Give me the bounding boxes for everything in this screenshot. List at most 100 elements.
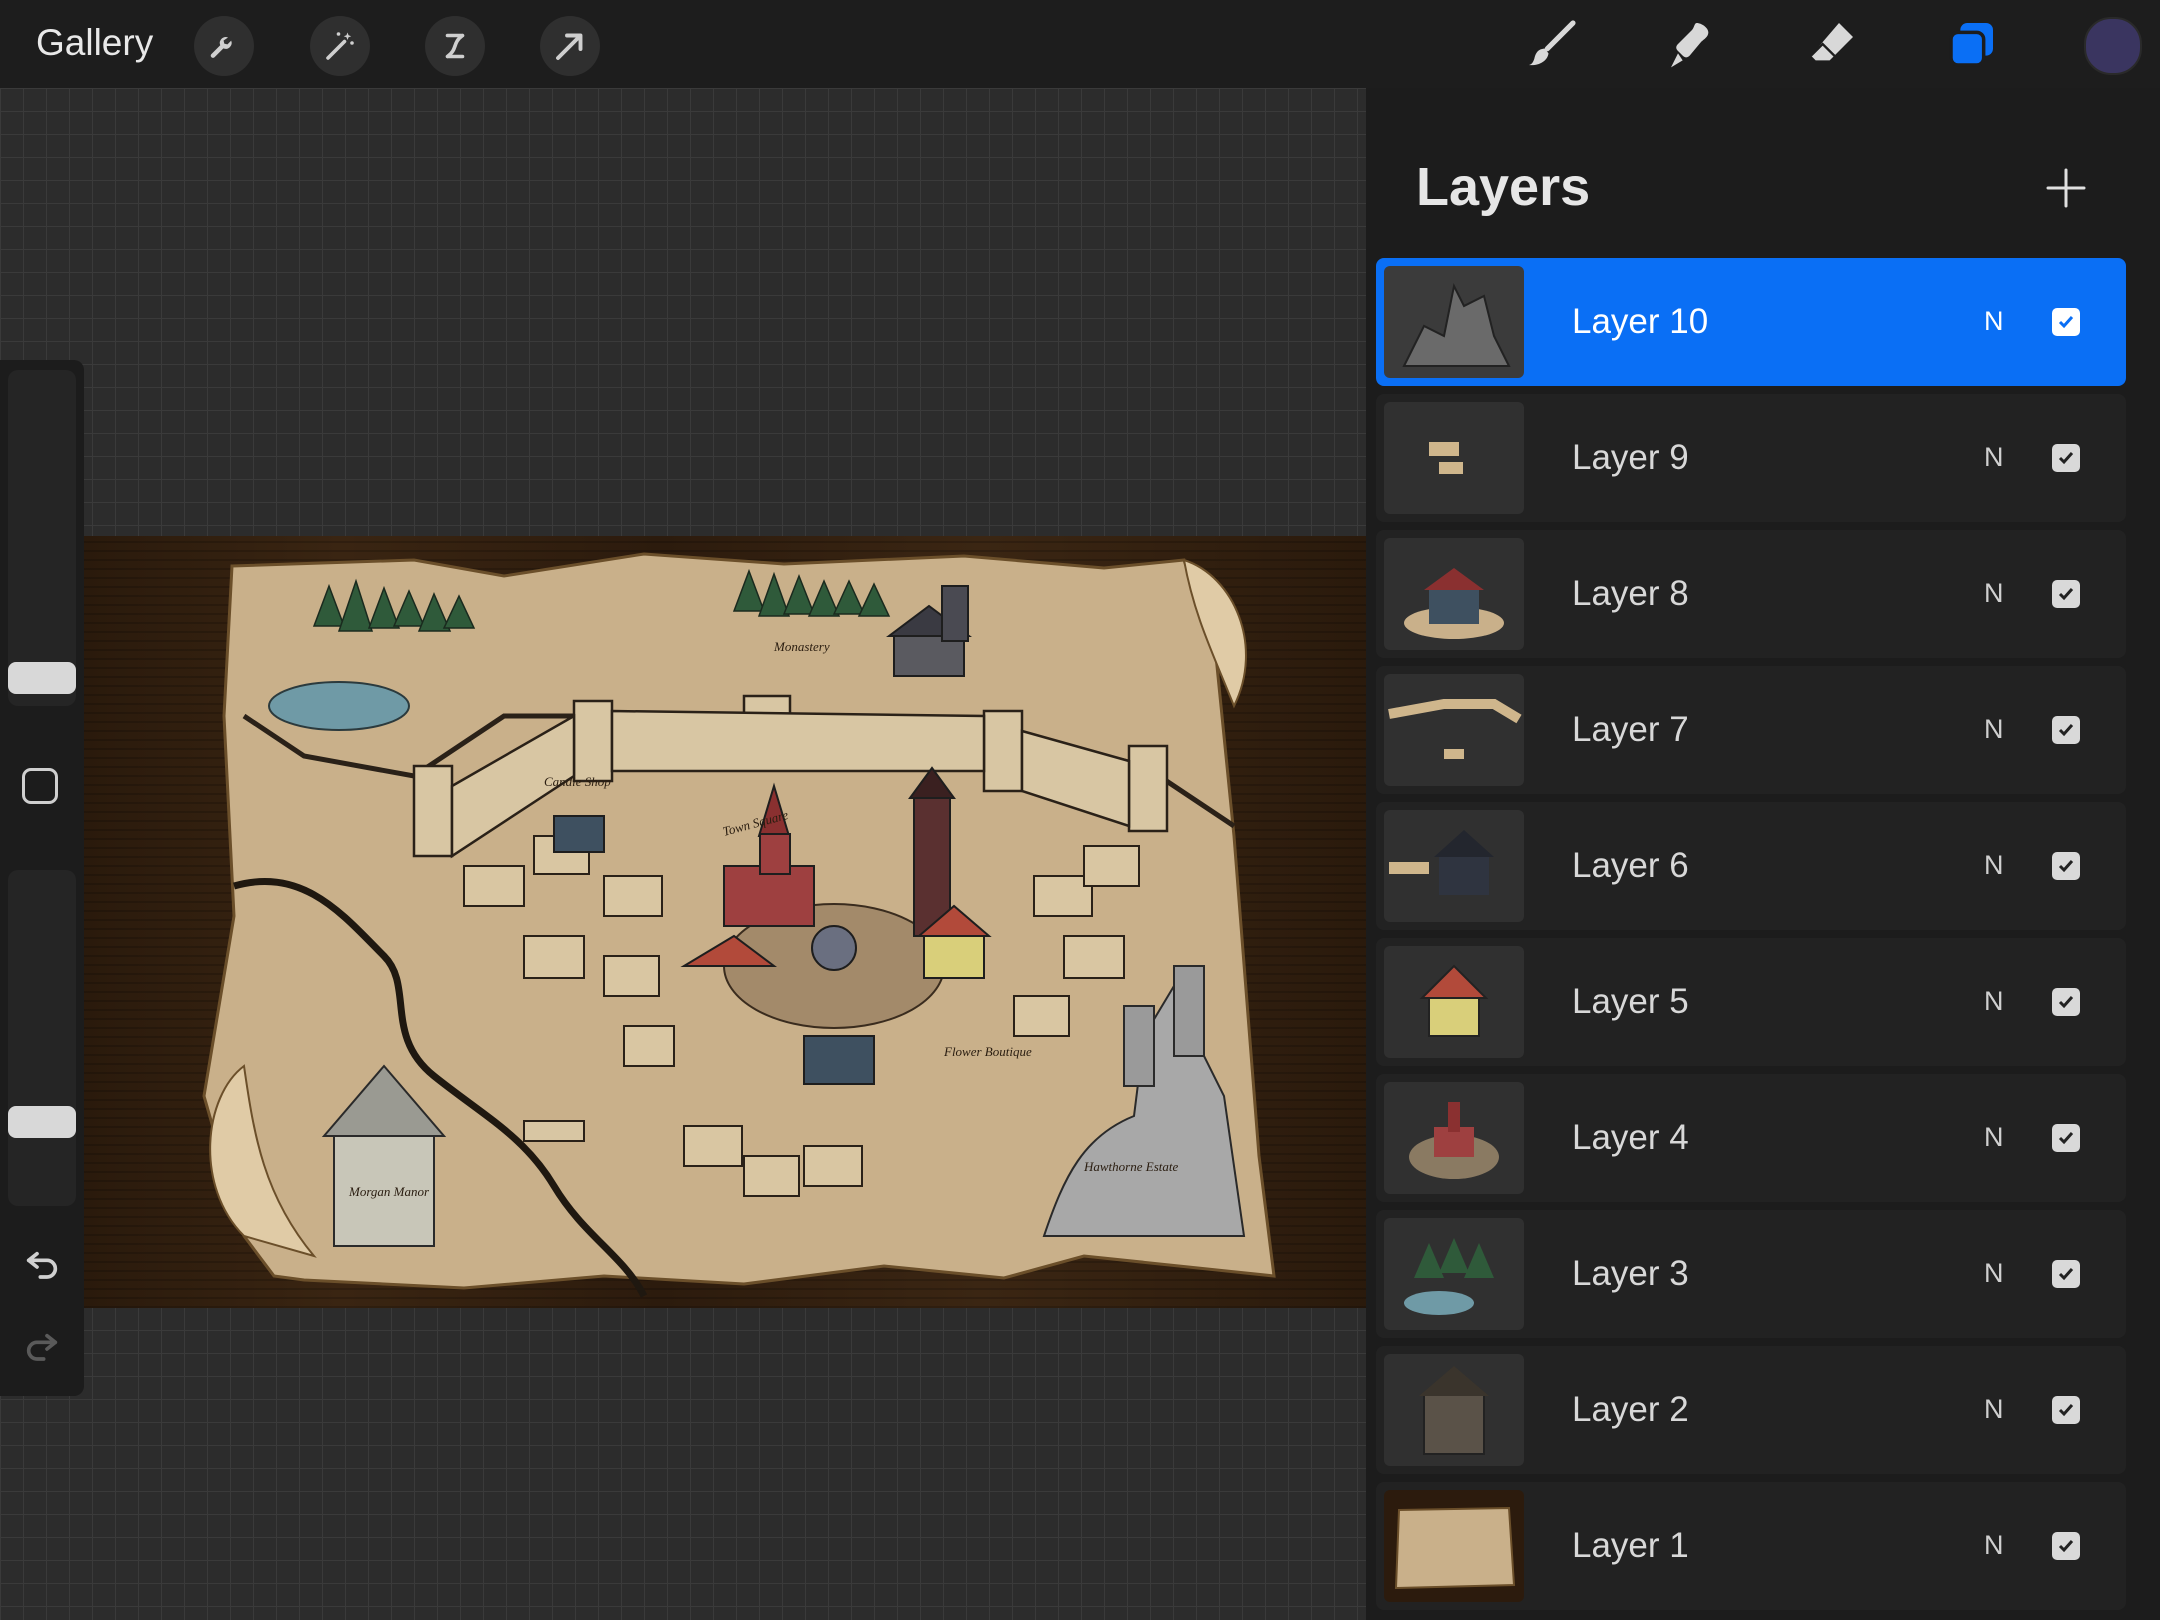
layer-row-4[interactable]: Layer 4 N — [1376, 1074, 2126, 1202]
visibility-checkbox[interactable] — [2052, 580, 2080, 608]
smudge-tool[interactable] — [1658, 10, 1726, 78]
layer-row-2[interactable]: Layer 2 N — [1376, 1346, 2126, 1474]
layer-name: Layer 3 — [1572, 1254, 1689, 1293]
visibility-checkbox[interactable] — [2052, 1396, 2080, 1424]
top-toolbar: Gallery — [0, 0, 2160, 88]
blend-mode-button[interactable]: N — [1984, 1258, 2004, 1289]
add-layer-button[interactable] — [2036, 158, 2096, 218]
checkmark-icon — [2058, 1132, 2074, 1145]
layer-row-3[interactable]: Layer 3 N — [1376, 1210, 2126, 1338]
blend-mode-button[interactable]: N — [1984, 1530, 2004, 1561]
checkmark-icon — [2058, 452, 2074, 465]
brush-icon — [1528, 20, 1576, 66]
layer-thumbnail — [1384, 538, 1524, 650]
selection-button[interactable] — [425, 16, 485, 76]
undo-button[interactable] — [18, 1238, 66, 1286]
layer-thumbnail — [1384, 946, 1524, 1058]
transform-arrow-icon — [556, 33, 583, 60]
gallery-button[interactable]: Gallery — [36, 22, 153, 64]
blend-mode-button[interactable]: N — [1984, 442, 2004, 473]
undo-icon — [26, 1251, 58, 1279]
redo-icon — [26, 1333, 58, 1361]
layer-thumbnail — [1384, 674, 1524, 786]
layer-name: Layer 1 — [1572, 1526, 1689, 1565]
plus-icon — [2046, 168, 2086, 208]
layer-name: Layer 4 — [1572, 1118, 1689, 1157]
panel-title: Layers — [1416, 157, 1591, 217]
layer-name: Layer 5 — [1572, 982, 1689, 1021]
visibility-checkbox[interactable] — [2052, 1124, 2080, 1152]
layer-row-7[interactable]: Layer 7 N — [1376, 666, 2126, 794]
modify-button[interactable] — [22, 768, 58, 804]
layer-row-6[interactable]: Layer 6 N — [1376, 802, 2126, 930]
redo-button[interactable] — [18, 1320, 66, 1368]
checkmark-icon — [2058, 1404, 2074, 1417]
svg-text:Monastery: Monastery — [773, 639, 830, 654]
blend-mode-button[interactable]: N — [1984, 714, 2004, 745]
visibility-checkbox[interactable] — [2052, 1260, 2080, 1288]
eraser-tool[interactable] — [1798, 10, 1866, 78]
layer-thumbnail — [1384, 1354, 1524, 1466]
layer-row-1[interactable]: Layer 1 N — [1376, 1482, 2126, 1610]
actions-button[interactable] — [194, 16, 254, 76]
brush-tool[interactable] — [1518, 10, 1586, 78]
blend-mode-button[interactable]: N — [1984, 578, 2004, 609]
layer-thumbnail — [1384, 402, 1524, 514]
checkmark-icon — [2058, 724, 2074, 737]
adjustments-button[interactable] — [310, 16, 370, 76]
layer-name: Layer 10 — [1572, 302, 1709, 341]
layer-thumbnail — [1384, 1082, 1524, 1194]
blend-mode-button[interactable]: N — [1984, 986, 2004, 1017]
blend-mode-button[interactable]: N — [1984, 306, 2004, 337]
checkmark-icon — [2058, 1268, 2074, 1281]
eraser-icon — [1810, 23, 1853, 61]
layers-tool[interactable] — [1938, 10, 2006, 78]
checkmark-icon — [2058, 588, 2074, 601]
visibility-checkbox[interactable] — [2052, 716, 2080, 744]
town-map-illustration: Candle Shop Monastery Town Square Flower… — [202, 552, 1276, 1298]
visibility-checkbox[interactable] — [2052, 988, 2080, 1016]
visibility-checkbox[interactable] — [2052, 1532, 2080, 1560]
checkmark-icon — [2058, 1540, 2074, 1553]
layers-panel: Layers Layer 10 N Layer 9 N Layer 8 N La… — [1366, 88, 2160, 1620]
layer-row-5[interactable]: Layer 5 N — [1376, 938, 2126, 1066]
opacity-thumb[interactable] — [8, 1106, 76, 1138]
layer-name: Layer 8 — [1572, 574, 1689, 613]
layer-thumbnail — [1384, 266, 1524, 378]
layer-name: Layer 6 — [1572, 846, 1689, 885]
layer-row-10[interactable]: Layer 10 N — [1376, 258, 2126, 386]
visibility-checkbox[interactable] — [2052, 444, 2080, 472]
checkmark-icon — [2058, 860, 2074, 873]
color-picker-button[interactable] — [2084, 17, 2142, 75]
checkmark-icon — [2058, 996, 2074, 1009]
layer-row-9[interactable]: Layer 9 N — [1376, 394, 2126, 522]
brush-size-slider[interactable] — [8, 370, 76, 706]
left-sidebar — [0, 360, 84, 1396]
layer-thumbnail — [1384, 1218, 1524, 1330]
smudge-icon — [1671, 23, 1709, 68]
layers-icon — [1949, 23, 1993, 67]
blend-mode-button[interactable]: N — [1984, 850, 2004, 881]
canvas-artwork[interactable]: Candle Shop Monastery Town Square Flower… — [84, 536, 1366, 1308]
layer-name: Layer 9 — [1572, 438, 1689, 477]
blend-mode-button[interactable]: N — [1984, 1394, 2004, 1425]
svg-text:Morgan Manor: Morgan Manor — [348, 1184, 430, 1199]
layer-row-8[interactable]: Layer 8 N — [1376, 530, 2126, 658]
checkmark-icon — [2058, 316, 2074, 329]
wrench-icon — [210, 37, 232, 58]
layer-thumbnail — [1384, 810, 1524, 922]
svg-text:Candle Shop: Candle Shop — [544, 774, 611, 789]
layer-name: Layer 2 — [1572, 1390, 1689, 1429]
selection-icon — [445, 33, 465, 59]
blend-mode-button[interactable]: N — [1984, 1122, 2004, 1153]
magic-wand-icon — [326, 32, 354, 60]
brush-size-thumb[interactable] — [8, 662, 76, 694]
svg-text:Hawthorne Estate: Hawthorne Estate — [1083, 1159, 1178, 1174]
opacity-slider[interactable] — [8, 870, 76, 1206]
transform-button[interactable] — [540, 16, 600, 76]
layer-thumbnail — [1384, 1490, 1524, 1602]
visibility-checkbox[interactable] — [2052, 308, 2080, 336]
visibility-checkbox[interactable] — [2052, 852, 2080, 880]
layer-name: Layer 7 — [1572, 710, 1689, 749]
svg-text:Flower Boutique: Flower Boutique — [943, 1044, 1032, 1059]
